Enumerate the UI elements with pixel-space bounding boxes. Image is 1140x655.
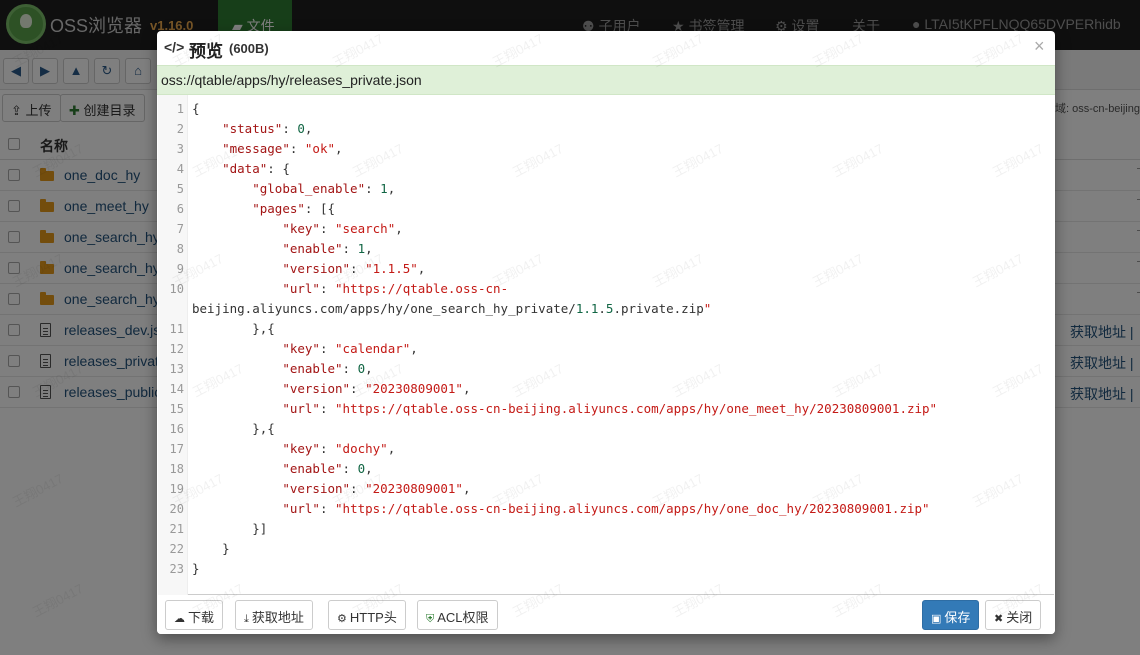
code-line: "pages": [{ xyxy=(252,201,336,216)
code-line: "key": "search", xyxy=(282,221,403,236)
line-number: 16 xyxy=(169,422,184,436)
code-line: beijing.aliyuncs.com/apps/hy/one_search_… xyxy=(192,301,712,316)
code-line: "global_enable": 1, xyxy=(252,181,396,196)
get-url-label: 获取地址 xyxy=(251,610,304,625)
code-line: "enable": 1, xyxy=(282,241,373,256)
line-number-gutter: 1 2 3 4 5 6 7 8 9 10 11 12 13 14 15 16 17 18 19 20 21 22 23 xyxy=(158,95,188,595)
line-number: 23 xyxy=(169,562,184,576)
line-number: 14 xyxy=(169,382,184,396)
save-label: 保存 xyxy=(944,610,971,625)
code-line: "enable": 0, xyxy=(282,361,373,376)
code-line: }] xyxy=(192,521,268,536)
code-line: "version": "20230809001", xyxy=(282,381,471,396)
code-line: "url": "https://qtable.oss-cn-beijing.al… xyxy=(282,501,930,516)
code-line: "url": "https://qtable.oss-cn-beijing.al… xyxy=(282,401,938,416)
line-number: 4 xyxy=(176,162,184,176)
shield-icon: ⛨ xyxy=(426,613,435,625)
code-line: "data": { xyxy=(222,161,290,176)
code-line: "message": "ok", xyxy=(222,141,343,156)
cloud-download-icon: ☁ xyxy=(174,613,185,625)
download-label: 下载 xyxy=(188,610,215,625)
line-number: 18 xyxy=(169,462,184,476)
close-button[interactable]: ✖ 关闭 xyxy=(985,600,1042,630)
download-button[interactable]: ☁ 下载 xyxy=(165,600,224,630)
line-number: 1 xyxy=(176,102,184,116)
code-line: "version": "20230809001", xyxy=(282,481,471,496)
code-editor[interactable]: 1 2 3 4 5 6 7 8 9 10 11 12 13 14 15 16 17 18 19 20 21 22 23 { … xyxy=(158,95,1054,595)
line-number: 9 xyxy=(176,262,184,276)
line-number: 12 xyxy=(169,342,184,356)
line-number: 8 xyxy=(176,242,184,256)
modal-title: 预览 xyxy=(189,42,223,61)
code-line: },{ xyxy=(192,421,275,436)
code-icon: </> xyxy=(164,39,185,55)
save-icon: ▣ xyxy=(931,613,942,625)
line-number: 13 xyxy=(169,362,184,376)
line-number: 19 xyxy=(169,482,184,496)
get-url-button[interactable]: ⤓ 获取地址 xyxy=(235,600,313,630)
close-label: 关闭 xyxy=(1006,610,1033,625)
line-number: 22 xyxy=(169,542,184,556)
code-line: "key": "dochy", xyxy=(282,441,396,456)
code-line: { xyxy=(192,101,200,116)
line-number: 10 xyxy=(169,282,184,296)
code-line: "status": 0, xyxy=(222,121,313,136)
acl-label: ACL权限 xyxy=(437,610,489,625)
code-line: "enable": 0, xyxy=(282,461,373,476)
code-line: "key": "calendar", xyxy=(282,341,418,356)
close-icon: ✖ xyxy=(994,613,1004,625)
code-line: "url": "https://qtable.oss-cn- xyxy=(282,281,509,296)
http-headers-button[interactable]: ⚙ HTTP头 xyxy=(328,600,406,630)
line-number: 2 xyxy=(176,122,184,136)
file-path: oss://qtable/apps/hy/releases_private.js… xyxy=(157,65,1055,95)
save-button[interactable]: ▣ 保存 xyxy=(922,600,980,630)
line-number: 6 xyxy=(176,202,184,216)
close-icon[interactable]: × xyxy=(1034,36,1045,57)
line-number: 5 xyxy=(176,182,184,196)
line-number: 7 xyxy=(176,222,184,236)
line-number: 20 xyxy=(169,502,184,516)
acl-button[interactable]: ⛨ ACL权限 xyxy=(417,600,498,630)
http-headers-label: HTTP头 xyxy=(349,610,397,625)
gear-icon: ⚙ xyxy=(337,613,347,625)
file-size: (600B) xyxy=(229,41,269,56)
line-number: 17 xyxy=(169,442,184,456)
line-number: 21 xyxy=(169,522,184,536)
preview-modal: </> 预览 (600B) × oss://qtable/apps/hy/rel… xyxy=(157,31,1055,634)
line-number: 15 xyxy=(169,402,184,416)
download-icon: ⤓ xyxy=(244,613,249,625)
code-line: "version": "1.1.5", xyxy=(282,261,426,276)
line-number: 3 xyxy=(176,142,184,156)
modal-header: </> 预览 (600B) × xyxy=(157,31,1055,65)
line-number: 11 xyxy=(169,322,184,336)
code-line: },{ xyxy=(192,321,275,336)
code-line: } xyxy=(192,561,200,576)
modal-footer: ☁ 下载 ⤓ 获取地址 ⚙ HTTP头 ⛨ ACL权限 ▣ 保存 ✖ 关闭 xyxy=(157,595,1055,634)
code-line: } xyxy=(192,541,230,556)
